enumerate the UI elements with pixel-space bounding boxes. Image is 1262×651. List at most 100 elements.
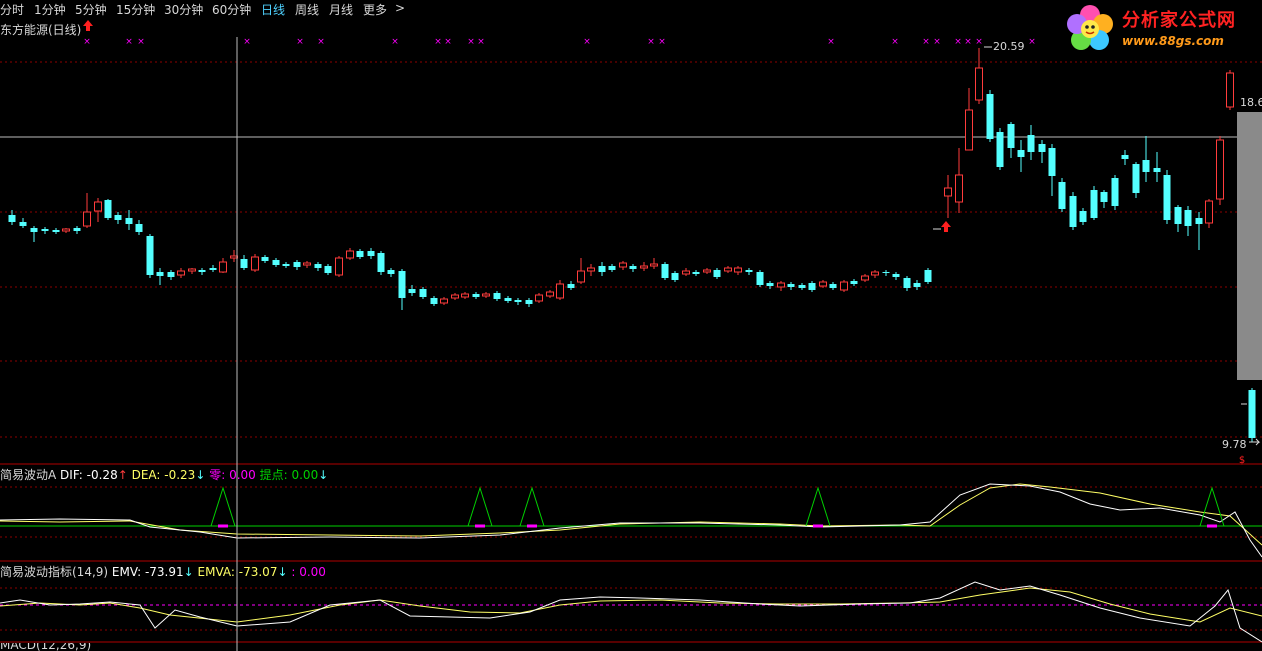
candle: [1111, 175, 1119, 210]
candle-body: [840, 281, 848, 291]
candle: [30, 226, 38, 242]
candle-body: [104, 200, 112, 218]
panel2-emv: EMV: -73.91: [111, 565, 184, 579]
candle: [167, 270, 175, 280]
candle: [356, 249, 364, 259]
candle-body: [125, 218, 133, 224]
candle: [682, 268, 690, 276]
candle: [398, 269, 406, 310]
candle: [83, 193, 91, 228]
candle-body: [556, 283, 564, 299]
signal-x-mark: ×: [444, 37, 452, 47]
candle-body: [1226, 72, 1234, 108]
candle: [52, 228, 60, 234]
candle-body: [1248, 390, 1256, 438]
candle-body: [504, 298, 512, 301]
down-arrow-icon: ↓: [318, 468, 329, 482]
candle: [1142, 136, 1150, 182]
candle-body: [1017, 150, 1025, 157]
candle-body: [251, 256, 259, 271]
up-arrow-icon: [83, 20, 93, 31]
candle: [829, 282, 837, 290]
signal-x-mark: ×: [125, 37, 133, 47]
candle: [156, 268, 164, 285]
candle-body: [1048, 148, 1056, 176]
candle: [240, 255, 248, 270]
candle: [504, 296, 512, 303]
candle: [861, 274, 869, 282]
candle-body: [986, 94, 994, 139]
candle: [1248, 388, 1256, 442]
candle-body: [924, 270, 932, 282]
candle: [777, 281, 785, 291]
panel1-tip: 提点: 0.00: [259, 468, 319, 482]
candle-body: [19, 222, 27, 226]
candle: [882, 270, 890, 276]
signal-x-mark: ×: [954, 37, 962, 47]
candle: [808, 281, 816, 292]
candle: [177, 268, 185, 278]
candle: [219, 258, 227, 273]
dollar-icon: $: [1239, 455, 1245, 466]
candle: [419, 287, 427, 299]
panel3-legend: MACD(12,26,9): [0, 643, 91, 651]
candle: [303, 261, 311, 268]
candle: [430, 296, 438, 306]
candle: [1121, 150, 1129, 165]
candle-body: [525, 300, 533, 304]
candle-body: [546, 291, 554, 297]
right-price-label: 18.6: [1240, 96, 1262, 109]
candle: [472, 292, 480, 299]
candle: [850, 279, 858, 286]
panel1-green-peak: [467, 486, 493, 527]
candle-body: [829, 284, 837, 288]
candle: [461, 292, 469, 299]
candle-body: [62, 228, 70, 232]
candle: [671, 271, 679, 282]
signal-x-mark: ×: [317, 37, 325, 47]
candle-body: [472, 294, 480, 297]
candle: [293, 260, 301, 270]
candle: [1205, 199, 1213, 228]
candle: [840, 280, 848, 292]
candle-body: [1216, 139, 1224, 200]
kline-chart[interactable]: × × × × × × × × × × × × × × × × × × × × × ×$: [0, 0, 1262, 651]
candle-body: [640, 265, 648, 269]
panel1-dif: DIF: -0.28: [60, 468, 118, 482]
candle: [324, 264, 332, 275]
candle-body: [1100, 192, 1108, 202]
candle: [535, 293, 543, 303]
candle: [986, 90, 994, 142]
arrow-right-icon: [1249, 438, 1261, 446]
candle: [346, 248, 354, 260]
candle-body: [692, 272, 700, 274]
candle: [198, 268, 206, 275]
signal-x-mark: ×: [477, 37, 485, 47]
candle: [745, 268, 753, 275]
panel1-zero: 零: 0.00: [209, 468, 256, 482]
candle: [1079, 208, 1087, 225]
candle-body: [114, 215, 122, 220]
candle-body: [756, 272, 764, 285]
candle-body: [482, 293, 490, 297]
candle: [1090, 186, 1098, 220]
candle-body: [73, 228, 81, 231]
candle-body: [567, 284, 575, 288]
low-price-label: 9.78: [1222, 438, 1247, 451]
candle: [903, 276, 911, 291]
candle: [996, 128, 1004, 170]
candle: [766, 281, 774, 289]
candle-body: [882, 272, 890, 273]
candle: [94, 198, 102, 222]
candle: [1038, 140, 1046, 163]
candle-body: [1038, 144, 1046, 152]
candle-body: [367, 251, 375, 256]
candle-body: [188, 268, 196, 272]
candle-body: [419, 289, 427, 297]
panel1-green-peak: [210, 486, 236, 527]
panel2-extra: : 0.00: [291, 565, 326, 579]
candle: [567, 281, 575, 290]
candle-body: [1184, 210, 1192, 226]
candle-body: [156, 272, 164, 276]
candle-body: [1153, 168, 1161, 172]
